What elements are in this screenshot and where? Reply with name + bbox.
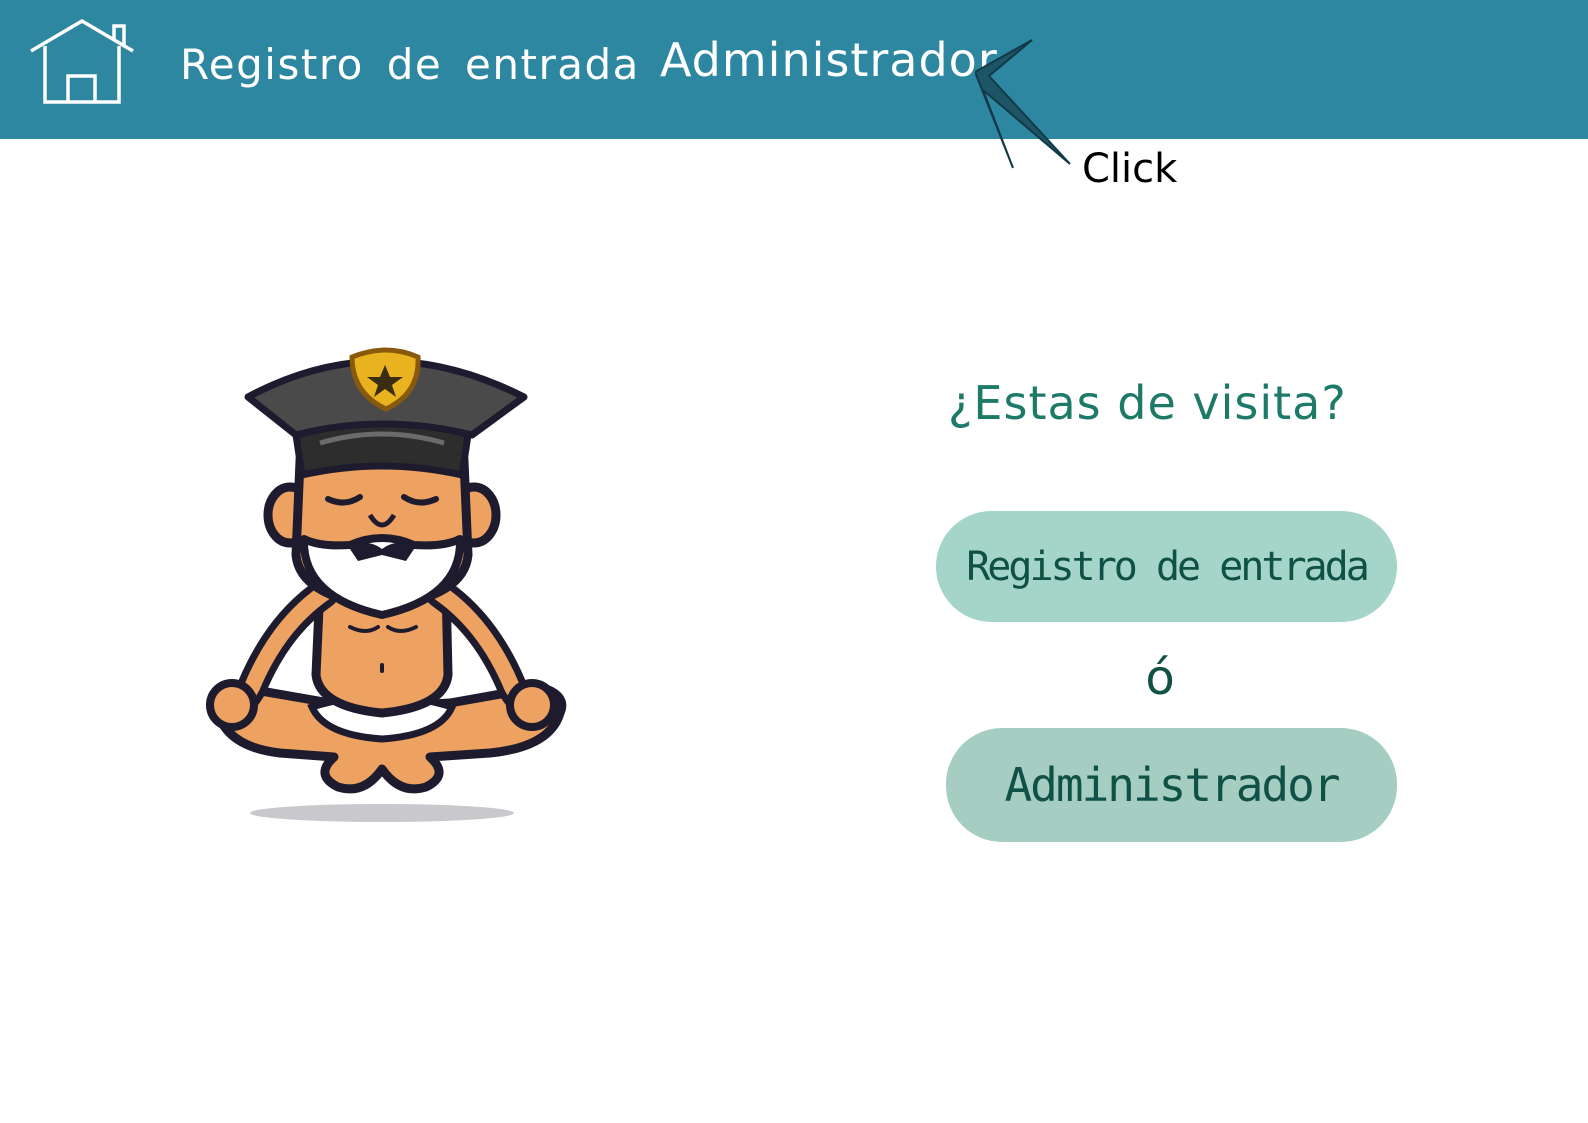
page: Registro de entrada Administrador Click (0, 0, 1588, 1123)
nav-link-administrador[interactable]: Administrador (660, 33, 998, 87)
administrador-button[interactable]: Administrador (946, 728, 1397, 842)
top-navigation-bar: Registro de entrada Administrador (0, 0, 1588, 139)
nav-link-registro-de-entrada[interactable]: Registro de entrada (180, 40, 640, 89)
question-heading: ¿Estas de visita? (948, 376, 1347, 430)
or-separator: ó (1145, 650, 1175, 706)
click-hint-label: Click (1082, 146, 1178, 192)
registro-de-entrada-button[interactable]: Registro de entrada (936, 511, 1397, 622)
meditating-police-officer-illustration (206, 347, 567, 822)
home-button[interactable] (28, 18, 136, 106)
house-icon (30, 18, 134, 104)
arrow-pointer-icon (975, 39, 1071, 169)
